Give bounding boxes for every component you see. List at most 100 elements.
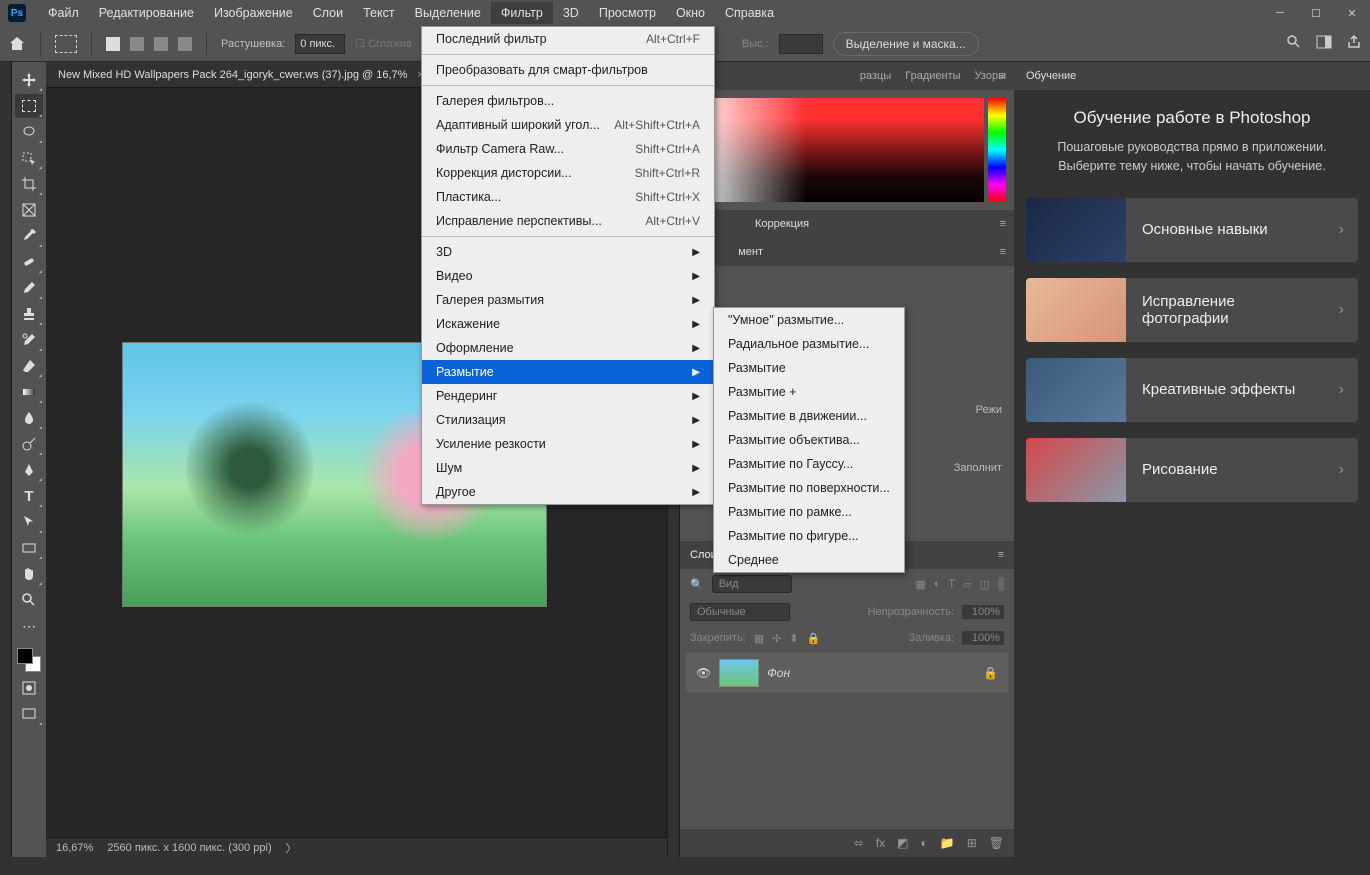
path-select-tool[interactable] — [15, 510, 43, 534]
layer-filter-dropdown[interactable]: Вид — [712, 575, 792, 593]
menu-filter[interactable]: Фильтр — [491, 2, 553, 24]
delete-layer-icon[interactable]: 🗑 — [989, 836, 1004, 850]
adjustment-layer-icon[interactable]: ◐ — [921, 836, 928, 850]
healing-tool[interactable] — [15, 250, 43, 274]
marquee-tool[interactable] — [15, 94, 43, 118]
share-icon[interactable] — [1346, 34, 1362, 53]
learn-card-photo-fix[interactable]: Исправление фотографии› — [1026, 278, 1358, 342]
panel-menu-icon[interactable]: ≡ — [998, 549, 1004, 561]
layer-thumbnail[interactable] — [719, 659, 759, 687]
visibility-toggle-icon[interactable]: 👁 — [696, 666, 711, 680]
menu-view[interactable]: Просмотр — [589, 2, 666, 24]
lock-position-icon[interactable]: ✢ — [772, 632, 781, 645]
menu-window[interactable]: Окно — [666, 2, 715, 24]
feather-input[interactable] — [295, 34, 345, 54]
menu-box-blur[interactable]: Размытие по рамке... — [714, 500, 904, 524]
lasso-tool[interactable] — [15, 120, 43, 144]
filter-smart-icon[interactable]: ◫ — [980, 578, 990, 591]
frame-tool[interactable] — [15, 198, 43, 222]
minimize-button[interactable]: ─ — [1262, 0, 1298, 26]
properties-panel-tab[interactable]: мент ≡ — [680, 238, 1014, 266]
gradient-tool[interactable] — [15, 380, 43, 404]
menu-lens-blur[interactable]: Размытие объектива... — [714, 428, 904, 452]
menu-average[interactable]: Среднее — [714, 548, 904, 572]
menu-liquify[interactable]: Пластика...Shift+Ctrl+X — [422, 185, 714, 209]
opacity-value[interactable]: 100% — [962, 605, 1004, 619]
color-swatches[interactable] — [15, 646, 43, 674]
eraser-tool[interactable] — [15, 354, 43, 378]
menu-3d[interactable]: 3D — [553, 2, 589, 24]
menu-help[interactable]: Справка — [715, 2, 784, 24]
crop-tool[interactable] — [15, 172, 43, 196]
link-layers-icon[interactable]: ⬄ — [854, 836, 864, 850]
menu-lens-correction[interactable]: Коррекция дисторсии...Shift+Ctrl+R — [422, 161, 714, 185]
menu-noise-submenu[interactable]: Шум▶ — [422, 456, 714, 480]
stamp-tool[interactable] — [15, 302, 43, 326]
menu-camera-raw-filter[interactable]: Фильтр Camera Raw...Shift+Ctrl+A — [422, 137, 714, 161]
menu-blur-more[interactable]: Размытие + — [714, 380, 904, 404]
menu-distort-submenu[interactable]: Искажение▶ — [422, 312, 714, 336]
screen-mode-toggle[interactable] — [15, 702, 43, 726]
layer-row[interactable]: 👁 Фон 🔒 — [686, 653, 1008, 693]
hand-tool[interactable] — [15, 562, 43, 586]
menu-edit[interactable]: Редактирование — [89, 2, 204, 24]
selection-mode-add-icon[interactable] — [130, 37, 144, 51]
menu-radial-blur[interactable]: Радиальное размытие... — [714, 332, 904, 356]
type-tool[interactable]: T — [15, 484, 43, 508]
fill-value[interactable]: 100% — [962, 631, 1004, 645]
quick-mask-toggle[interactable] — [15, 676, 43, 700]
maximize-button[interactable]: ☐ — [1298, 0, 1334, 26]
learn-card-drawing[interactable]: Рисование› — [1026, 438, 1358, 502]
menu-filter-gallery[interactable]: Галерея фильтров... — [422, 89, 714, 113]
group-icon[interactable]: 📁 — [940, 836, 955, 850]
menu-other-submenu[interactable]: Другое▶ — [422, 480, 714, 504]
eyedropper-tool[interactable] — [15, 224, 43, 248]
menu-smart-blur[interactable]: "Умное" размытие... — [714, 308, 904, 332]
learn-card-basics[interactable]: Основные навыки› — [1026, 198, 1358, 262]
filter-toggle[interactable] — [998, 577, 1004, 591]
color-picker-panel[interactable] — [680, 90, 1014, 210]
swatches-tab[interactable]: разцы — [860, 70, 891, 82]
edit-toolbar[interactable]: ⋯ — [15, 614, 43, 638]
close-button[interactable]: ✕ — [1334, 0, 1370, 26]
select-and-mask-button[interactable]: Выделение и маска... — [833, 32, 979, 56]
lock-pixels-icon[interactable]: ▦ — [754, 632, 764, 645]
hue-slider[interactable] — [988, 98, 1006, 202]
left-dock-strip[interactable] — [0, 62, 12, 857]
menu-layers[interactable]: Слои — [303, 2, 353, 24]
rectangle-tool[interactable] — [15, 536, 43, 560]
workspace-switcher-icon[interactable] — [1316, 34, 1332, 53]
zoom-level[interactable]: 16,67% — [56, 842, 93, 854]
lock-all-icon[interactable]: 🔒 — [807, 632, 821, 645]
menu-shape-blur[interactable]: Размытие по фигуре... — [714, 524, 904, 548]
move-tool[interactable] — [15, 68, 43, 92]
blend-mode-dropdown[interactable]: Обычные — [690, 603, 790, 621]
selection-mode-subtract-icon[interactable] — [154, 37, 168, 51]
menu-adaptive-wide-angle[interactable]: Адаптивный широкий угол...Alt+Shift+Ctrl… — [422, 113, 714, 137]
search-icon[interactable] — [1286, 34, 1302, 53]
lock-artboard-icon[interactable]: ⬍ — [789, 632, 798, 645]
dodge-tool[interactable] — [15, 432, 43, 456]
menu-pixelate-submenu[interactable]: Оформление▶ — [422, 336, 714, 360]
layer-fx-icon[interactable]: fx — [876, 836, 885, 850]
menu-file[interactable]: Файл — [38, 2, 89, 24]
history-brush-tool[interactable] — [15, 328, 43, 352]
height-input[interactable] — [779, 34, 823, 54]
menu-convert-smart[interactable]: Преобразовать для смарт-фильтров — [422, 58, 714, 82]
menu-video-submenu[interactable]: Видео▶ — [422, 264, 714, 288]
layer-mask-icon[interactable]: ◩ — [897, 836, 908, 850]
menu-sharpen-submenu[interactable]: Усиление резкости▶ — [422, 432, 714, 456]
menu-gaussian-blur[interactable]: Размытие по Гауссу... — [714, 452, 904, 476]
menu-image[interactable]: Изображение — [204, 2, 303, 24]
menu-blur-gallery-submenu[interactable]: Галерея размытия▶ — [422, 288, 714, 312]
selection-mode-intersect-icon[interactable] — [178, 37, 192, 51]
menu-surface-blur[interactable]: Размытие по поверхности... — [714, 476, 904, 500]
marquee-preset-icon[interactable] — [55, 35, 77, 53]
quick-select-tool[interactable] — [15, 146, 43, 170]
menu-select[interactable]: Выделение — [405, 2, 491, 24]
status-arrow-icon[interactable]: 〉 — [286, 840, 297, 856]
filter-image-icon[interactable]: ▦ — [915, 578, 925, 591]
selection-mode-new-icon[interactable] — [106, 37, 120, 51]
panel-menu-icon[interactable]: ≡ — [1000, 246, 1006, 258]
filter-type-icon[interactable]: T — [948, 578, 955, 590]
